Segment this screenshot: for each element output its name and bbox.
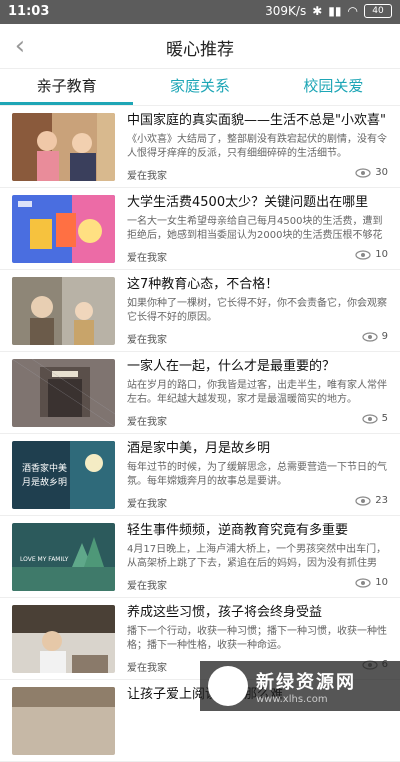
article-summary: 一名大一女生希望母亲给自己每月4500块的生活费，遭到拒绝后，她感到相当委屈认为… bbox=[127, 216, 383, 241]
list-item[interactable]: 这7种教育心态，不合格！ 如果你种了一棵树，它长得不好，你不会责备它，你会观察它… bbox=[0, 270, 400, 352]
article-source: 爱在我家 bbox=[127, 499, 167, 510]
article-summary: 每年过节的时候，为了缓解思念，总需要营造一下节日的气氛。每年嫦娥奔月的故事总是要… bbox=[127, 462, 387, 487]
tab-family[interactable]: 家庭关系 bbox=[133, 69, 266, 105]
watermark-title: 新绿资源网 bbox=[256, 671, 356, 693]
article-source: 爱在我家 bbox=[127, 253, 167, 264]
article-thumbnail bbox=[12, 605, 115, 673]
article-summary: 播下一个行动，收获一种习惯；播下一种习惯，收获一种性格；播下一种性格，收获一种命… bbox=[127, 626, 387, 651]
article-source: 爱在我家 bbox=[127, 417, 167, 428]
article-thumbnail: LOVE MY FAMILY bbox=[12, 523, 115, 591]
article-summary: 站在岁月的路口，你我皆是过客，出走半生，唯有家人常伴左右。年纪越大越发现，家才是… bbox=[127, 380, 387, 405]
article-thumbnail bbox=[12, 687, 115, 755]
article-source: 爱在我家 bbox=[127, 663, 167, 674]
list-item[interactable]: 中国家庭的真实面貌——生活不总是"小欢喜" 《小欢喜》大结局了，整部剧没有跌宕起… bbox=[0, 106, 400, 188]
view-count: 30 bbox=[355, 167, 388, 178]
article-thumbnail bbox=[12, 195, 115, 263]
tab-campus[interactable]: 校园关爱 bbox=[267, 69, 400, 105]
app-header: ‹ 暖心推荐 bbox=[0, 24, 400, 69]
eye-icon bbox=[362, 413, 378, 424]
article-title: 一家人在一起，什么才是最重要的？ bbox=[127, 359, 336, 374]
view-count: 10 bbox=[355, 249, 388, 260]
article-thumbnail bbox=[12, 277, 115, 345]
article-summary: 如果你种了一棵树，它长得不好，你不会责备它，你会观察它长得不好的原因。 bbox=[127, 298, 387, 323]
eye-icon bbox=[355, 495, 371, 506]
article-title: 养成这些习惯，孩子将会终身受益 bbox=[127, 605, 323, 620]
view-count-value: 9 bbox=[381, 331, 388, 342]
status-time: 11:03 bbox=[8, 4, 50, 19]
view-count: 9 bbox=[362, 331, 388, 342]
article-source: 爱在我家 bbox=[127, 581, 167, 592]
article-title: 轻生事件频频，逆商教育究竟有多重要 bbox=[127, 523, 349, 538]
eye-icon bbox=[355, 577, 371, 588]
view-count-value: 10 bbox=[375, 249, 388, 260]
article-title: 这7种教育心态，不合格！ bbox=[127, 277, 279, 292]
view-count: 23 bbox=[355, 495, 388, 506]
list-item[interactable]: 一家人在一起，什么才是最重要的？ 站在岁月的路口，你我皆是过客，出走半生，唯有家… bbox=[0, 352, 400, 434]
list-item[interactable]: LOVE MY FAMILY 轻生事件频频，逆商教育究竟有多重要 4月17日晚上… bbox=[0, 516, 400, 598]
thumb-caption: 酒香家中美 bbox=[22, 462, 67, 474]
article-thumbnail bbox=[12, 359, 115, 427]
article-summary: 《小欢喜》大结局了，整部剧没有跌宕起伏的剧情，没有令人恨得牙痒痒的反派，只有细细… bbox=[127, 134, 387, 159]
signal-icon: ▮▮ bbox=[328, 4, 342, 18]
network-speed: 309K/s bbox=[265, 4, 307, 18]
eye-icon bbox=[362, 331, 378, 342]
article-source: 爱在我家 bbox=[127, 335, 167, 346]
battery-icon: 40 bbox=[364, 4, 392, 18]
article-source: 爱在我家 bbox=[127, 171, 167, 182]
page-title: 暖心推荐 bbox=[166, 40, 234, 60]
tab-parenting[interactable]: 亲子教育 bbox=[0, 69, 134, 105]
thumb-caption: 月是故乡明 bbox=[22, 476, 67, 488]
status-bar: 11:03 309K/s ✱ ▮▮ ◠ 40 bbox=[0, 0, 400, 24]
article-title: 大学生活费4500太少？关键问题出在哪里 bbox=[127, 195, 369, 210]
bluetooth-icon: ✱ bbox=[312, 4, 323, 18]
list-item[interactable]: 大学生活费4500太少？关键问题出在哪里 一名大一女生希望母亲给自己每月4500… bbox=[0, 188, 400, 270]
view-count: 5 bbox=[362, 413, 388, 424]
watermark-url: www.xlhs.com bbox=[256, 693, 328, 705]
article-summary: 4月17日晚上，上海卢浦大桥上，一个男孩突然中出车门，从高架桥上跳了下去，紧追在… bbox=[127, 544, 387, 569]
status-indicators: 309K/s ✱ ▮▮ ◠ 40 bbox=[265, 4, 392, 18]
eye-icon bbox=[355, 249, 371, 260]
wifi-icon: ◠ bbox=[347, 4, 358, 18]
eye-icon bbox=[355, 167, 371, 178]
article-title: 中国家庭的真实面貌——生活不总是"小欢喜" bbox=[127, 113, 386, 128]
article-thumbnail bbox=[12, 113, 115, 181]
view-count: 10 bbox=[355, 577, 388, 588]
article-title: 酒是家中美，月是故乡明 bbox=[127, 441, 271, 456]
view-count-value: 5 bbox=[381, 413, 388, 424]
thumb-caption: LOVE MY FAMILY bbox=[20, 556, 69, 563]
watermark-logo-icon bbox=[208, 666, 248, 706]
article-thumbnail: 酒香家中美 月是故乡明 bbox=[12, 441, 115, 509]
list-item[interactable]: 酒香家中美 月是故乡明 酒是家中美，月是故乡明 每年过节的时候，为了缓解思念，总… bbox=[0, 434, 400, 516]
tab-bar: 亲子教育 家庭关系 校园关爱 bbox=[0, 69, 400, 106]
view-count-value: 30 bbox=[375, 167, 388, 178]
view-count-value: 10 bbox=[375, 577, 388, 588]
view-count-value: 23 bbox=[375, 495, 388, 506]
watermark: 新绿资源网 www.xlhs.com bbox=[200, 661, 400, 711]
